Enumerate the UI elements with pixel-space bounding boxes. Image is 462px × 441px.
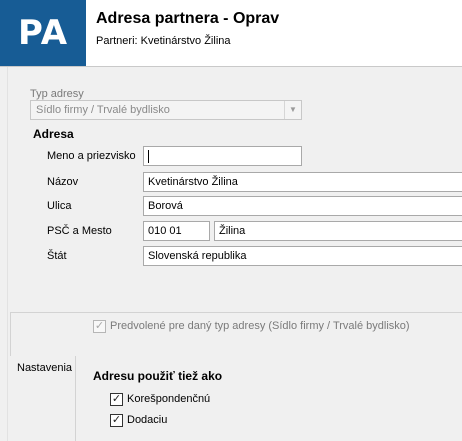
delivery-checkbox[interactable]: ✓ <box>110 414 123 427</box>
chevron-down-icon[interactable]: ▼ <box>284 101 301 119</box>
company-input[interactable]: Kvetinárstvo Žilina <box>143 172 462 192</box>
header: PA Adresa partnera - Oprav Partneri: Kve… <box>0 0 462 66</box>
dialog-title: Adresa partnera - Oprav <box>96 10 280 27</box>
correspondence-label: Korešpondenčnú <box>127 393 211 405</box>
street-input[interactable]: Borová <box>143 196 462 216</box>
address-type-select[interactable]: Sídlo firmy / Trvalé bydlisko ▼ <box>30 100 302 120</box>
company-label: Názov <box>47 176 79 188</box>
correspondence-checkbox[interactable]: ✓ <box>110 393 123 406</box>
country-label: Štát <box>47 250 67 262</box>
street-label: Ulica <box>47 200 72 212</box>
dialog: { "header": { "logo_text": "PA", "title"… <box>0 0 462 441</box>
zip-city-label: PSČ a Mesto <box>47 225 112 237</box>
partner-logo: PA <box>0 0 86 66</box>
address-section-title: Adresa <box>33 127 74 141</box>
address-type-label: Typ adresy <box>30 88 84 100</box>
delivery-label: Dodaciu <box>127 414 168 426</box>
use-as-title: Adresu použiť tiež ako <box>93 369 223 383</box>
zip-input[interactable]: 010 01 <box>143 221 210 241</box>
header-divider <box>0 66 462 67</box>
dialog-subtitle: Partneri: Kvetinárstvo Žilina <box>96 35 231 47</box>
text-caret <box>148 150 149 163</box>
country-input[interactable]: Slovenská republika <box>143 246 462 266</box>
name-label: Meno a priezvisko <box>47 150 136 162</box>
city-input[interactable]: Žilina <box>214 221 462 241</box>
address-type-value: Sídlo firmy / Trvalé bydlisko <box>36 104 170 116</box>
default-checkbox-label: Predvolené pre daný typ adresy (Sídlo fi… <box>110 320 410 332</box>
name-input[interactable] <box>143 146 302 166</box>
left-margin <box>0 67 8 441</box>
default-checkbox[interactable]: ✓ <box>93 320 106 333</box>
settings-group-label: Nastavenia <box>17 362 73 374</box>
